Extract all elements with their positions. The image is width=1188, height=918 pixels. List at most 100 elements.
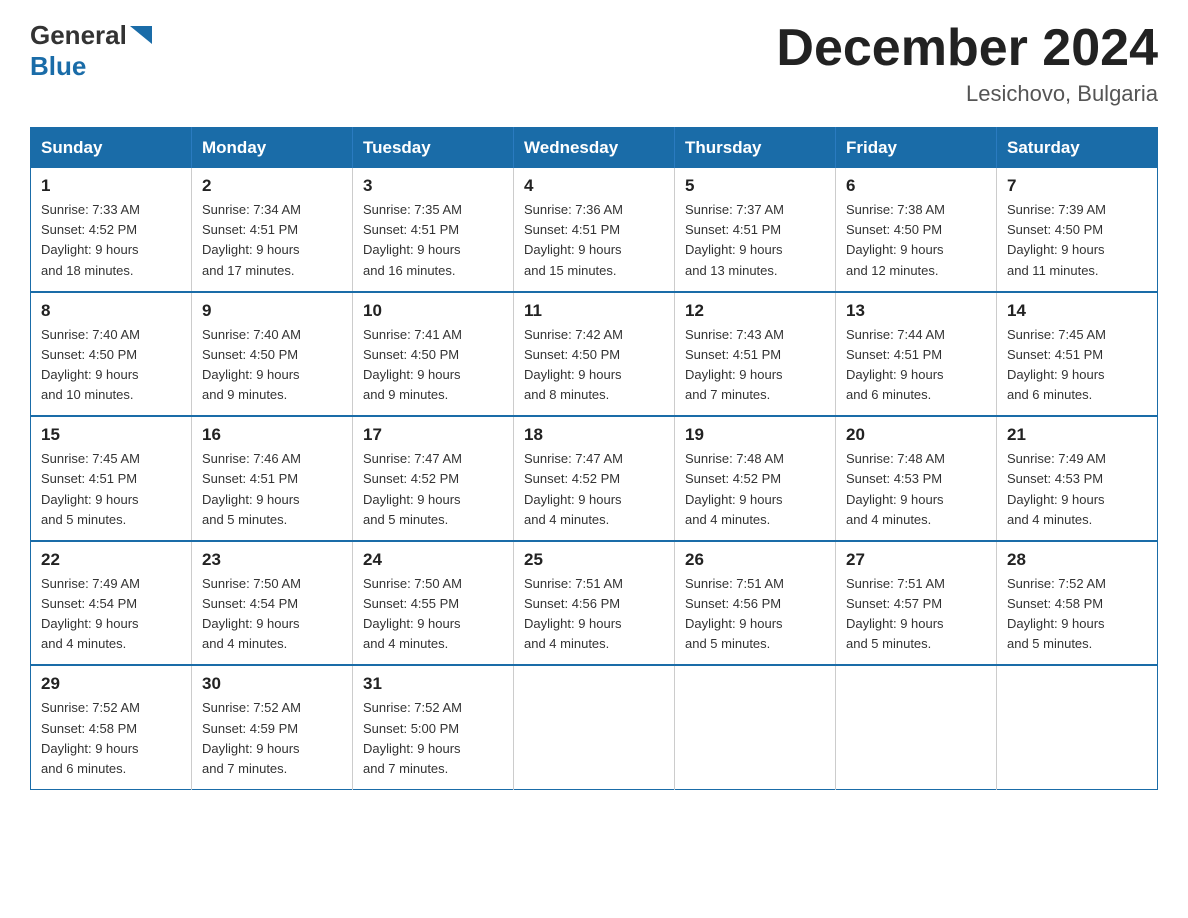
calendar-cell: 1 Sunrise: 7:33 AM Sunset: 4:52 PM Dayli…	[31, 168, 192, 292]
logo-blue-text: Blue	[30, 51, 86, 81]
logo-general-text: General	[30, 20, 127, 51]
calendar-week-row: 22 Sunrise: 7:49 AM Sunset: 4:54 PM Dayl…	[31, 541, 1158, 666]
day-info: Sunrise: 7:50 AM Sunset: 4:55 PM Dayligh…	[363, 574, 503, 655]
day-number: 7	[1007, 176, 1147, 196]
calendar-cell: 22 Sunrise: 7:49 AM Sunset: 4:54 PM Dayl…	[31, 541, 192, 666]
calendar-header-row: SundayMondayTuesdayWednesdayThursdayFrid…	[31, 128, 1158, 169]
calendar-cell: 23 Sunrise: 7:50 AM Sunset: 4:54 PM Dayl…	[192, 541, 353, 666]
day-info: Sunrise: 7:44 AM Sunset: 4:51 PM Dayligh…	[846, 325, 986, 406]
calendar-cell: 11 Sunrise: 7:42 AM Sunset: 4:50 PM Dayl…	[514, 292, 675, 417]
calendar-week-row: 8 Sunrise: 7:40 AM Sunset: 4:50 PM Dayli…	[31, 292, 1158, 417]
calendar-cell: 7 Sunrise: 7:39 AM Sunset: 4:50 PM Dayli…	[997, 168, 1158, 292]
col-header-monday: Monday	[192, 128, 353, 169]
col-header-thursday: Thursday	[675, 128, 836, 169]
day-number: 26	[685, 550, 825, 570]
calendar-cell: 26 Sunrise: 7:51 AM Sunset: 4:56 PM Dayl…	[675, 541, 836, 666]
calendar-cell: 14 Sunrise: 7:45 AM Sunset: 4:51 PM Dayl…	[997, 292, 1158, 417]
day-info: Sunrise: 7:35 AM Sunset: 4:51 PM Dayligh…	[363, 200, 503, 281]
calendar-cell: 18 Sunrise: 7:47 AM Sunset: 4:52 PM Dayl…	[514, 416, 675, 541]
day-info: Sunrise: 7:34 AM Sunset: 4:51 PM Dayligh…	[202, 200, 342, 281]
calendar-week-row: 15 Sunrise: 7:45 AM Sunset: 4:51 PM Dayl…	[31, 416, 1158, 541]
day-number: 6	[846, 176, 986, 196]
calendar-cell: 19 Sunrise: 7:48 AM Sunset: 4:52 PM Dayl…	[675, 416, 836, 541]
day-info: Sunrise: 7:47 AM Sunset: 4:52 PM Dayligh…	[524, 449, 664, 530]
day-info: Sunrise: 7:51 AM Sunset: 4:56 PM Dayligh…	[685, 574, 825, 655]
calendar-cell: 12 Sunrise: 7:43 AM Sunset: 4:51 PM Dayl…	[675, 292, 836, 417]
day-number: 14	[1007, 301, 1147, 321]
calendar-cell: 6 Sunrise: 7:38 AM Sunset: 4:50 PM Dayli…	[836, 168, 997, 292]
day-info: Sunrise: 7:40 AM Sunset: 4:50 PM Dayligh…	[41, 325, 181, 406]
day-info: Sunrise: 7:38 AM Sunset: 4:50 PM Dayligh…	[846, 200, 986, 281]
day-info: Sunrise: 7:46 AM Sunset: 4:51 PM Dayligh…	[202, 449, 342, 530]
day-number: 16	[202, 425, 342, 445]
calendar-cell: 31 Sunrise: 7:52 AM Sunset: 5:00 PM Dayl…	[353, 665, 514, 789]
calendar-cell: 20 Sunrise: 7:48 AM Sunset: 4:53 PM Dayl…	[836, 416, 997, 541]
calendar-cell: 9 Sunrise: 7:40 AM Sunset: 4:50 PM Dayli…	[192, 292, 353, 417]
day-number: 8	[41, 301, 181, 321]
calendar-cell	[997, 665, 1158, 789]
day-number: 30	[202, 674, 342, 694]
calendar-cell: 29 Sunrise: 7:52 AM Sunset: 4:58 PM Dayl…	[31, 665, 192, 789]
day-number: 25	[524, 550, 664, 570]
col-header-friday: Friday	[836, 128, 997, 169]
day-number: 3	[363, 176, 503, 196]
day-number: 27	[846, 550, 986, 570]
day-number: 13	[846, 301, 986, 321]
day-number: 4	[524, 176, 664, 196]
day-info: Sunrise: 7:37 AM Sunset: 4:51 PM Dayligh…	[685, 200, 825, 281]
day-info: Sunrise: 7:45 AM Sunset: 4:51 PM Dayligh…	[1007, 325, 1147, 406]
day-info: Sunrise: 7:51 AM Sunset: 4:56 PM Dayligh…	[524, 574, 664, 655]
day-info: Sunrise: 7:52 AM Sunset: 4:59 PM Dayligh…	[202, 698, 342, 779]
day-info: Sunrise: 7:52 AM Sunset: 4:58 PM Dayligh…	[1007, 574, 1147, 655]
day-info: Sunrise: 7:47 AM Sunset: 4:52 PM Dayligh…	[363, 449, 503, 530]
day-info: Sunrise: 7:33 AM Sunset: 4:52 PM Dayligh…	[41, 200, 181, 281]
day-number: 17	[363, 425, 503, 445]
day-info: Sunrise: 7:43 AM Sunset: 4:51 PM Dayligh…	[685, 325, 825, 406]
day-info: Sunrise: 7:41 AM Sunset: 4:50 PM Dayligh…	[363, 325, 503, 406]
col-header-wednesday: Wednesday	[514, 128, 675, 169]
day-number: 22	[41, 550, 181, 570]
calendar-cell: 17 Sunrise: 7:47 AM Sunset: 4:52 PM Dayl…	[353, 416, 514, 541]
calendar-cell: 27 Sunrise: 7:51 AM Sunset: 4:57 PM Dayl…	[836, 541, 997, 666]
day-number: 28	[1007, 550, 1147, 570]
calendar-cell: 3 Sunrise: 7:35 AM Sunset: 4:51 PM Dayli…	[353, 168, 514, 292]
day-info: Sunrise: 7:49 AM Sunset: 4:54 PM Dayligh…	[41, 574, 181, 655]
calendar-cell: 13 Sunrise: 7:44 AM Sunset: 4:51 PM Dayl…	[836, 292, 997, 417]
calendar-week-row: 29 Sunrise: 7:52 AM Sunset: 4:58 PM Dayl…	[31, 665, 1158, 789]
day-number: 5	[685, 176, 825, 196]
calendar-cell: 5 Sunrise: 7:37 AM Sunset: 4:51 PM Dayli…	[675, 168, 836, 292]
col-header-sunday: Sunday	[31, 128, 192, 169]
calendar-cell	[675, 665, 836, 789]
day-info: Sunrise: 7:52 AM Sunset: 5:00 PM Dayligh…	[363, 698, 503, 779]
calendar-table: SundayMondayTuesdayWednesdayThursdayFrid…	[30, 127, 1158, 790]
day-info: Sunrise: 7:50 AM Sunset: 4:54 PM Dayligh…	[202, 574, 342, 655]
day-info: Sunrise: 7:40 AM Sunset: 4:50 PM Dayligh…	[202, 325, 342, 406]
calendar-week-row: 1 Sunrise: 7:33 AM Sunset: 4:52 PM Dayli…	[31, 168, 1158, 292]
day-number: 2	[202, 176, 342, 196]
day-number: 23	[202, 550, 342, 570]
day-info: Sunrise: 7:36 AM Sunset: 4:51 PM Dayligh…	[524, 200, 664, 281]
col-header-saturday: Saturday	[997, 128, 1158, 169]
calendar-cell: 24 Sunrise: 7:50 AM Sunset: 4:55 PM Dayl…	[353, 541, 514, 666]
day-number: 11	[524, 301, 664, 321]
day-number: 29	[41, 674, 181, 694]
calendar-cell: 10 Sunrise: 7:41 AM Sunset: 4:50 PM Dayl…	[353, 292, 514, 417]
day-info: Sunrise: 7:49 AM Sunset: 4:53 PM Dayligh…	[1007, 449, 1147, 530]
location-label: Lesichovo, Bulgaria	[776, 81, 1158, 107]
day-number: 21	[1007, 425, 1147, 445]
day-number: 24	[363, 550, 503, 570]
logo-arrow-icon	[130, 26, 152, 48]
page-header: General Blue December 2024 Lesichovo, Bu…	[30, 20, 1158, 107]
day-info: Sunrise: 7:48 AM Sunset: 4:53 PM Dayligh…	[846, 449, 986, 530]
day-info: Sunrise: 7:48 AM Sunset: 4:52 PM Dayligh…	[685, 449, 825, 530]
calendar-cell: 15 Sunrise: 7:45 AM Sunset: 4:51 PM Dayl…	[31, 416, 192, 541]
day-info: Sunrise: 7:52 AM Sunset: 4:58 PM Dayligh…	[41, 698, 181, 779]
calendar-cell: 4 Sunrise: 7:36 AM Sunset: 4:51 PM Dayli…	[514, 168, 675, 292]
day-number: 9	[202, 301, 342, 321]
calendar-cell	[836, 665, 997, 789]
day-number: 19	[685, 425, 825, 445]
day-number: 18	[524, 425, 664, 445]
day-info: Sunrise: 7:39 AM Sunset: 4:50 PM Dayligh…	[1007, 200, 1147, 281]
calendar-cell	[514, 665, 675, 789]
day-number: 1	[41, 176, 181, 196]
